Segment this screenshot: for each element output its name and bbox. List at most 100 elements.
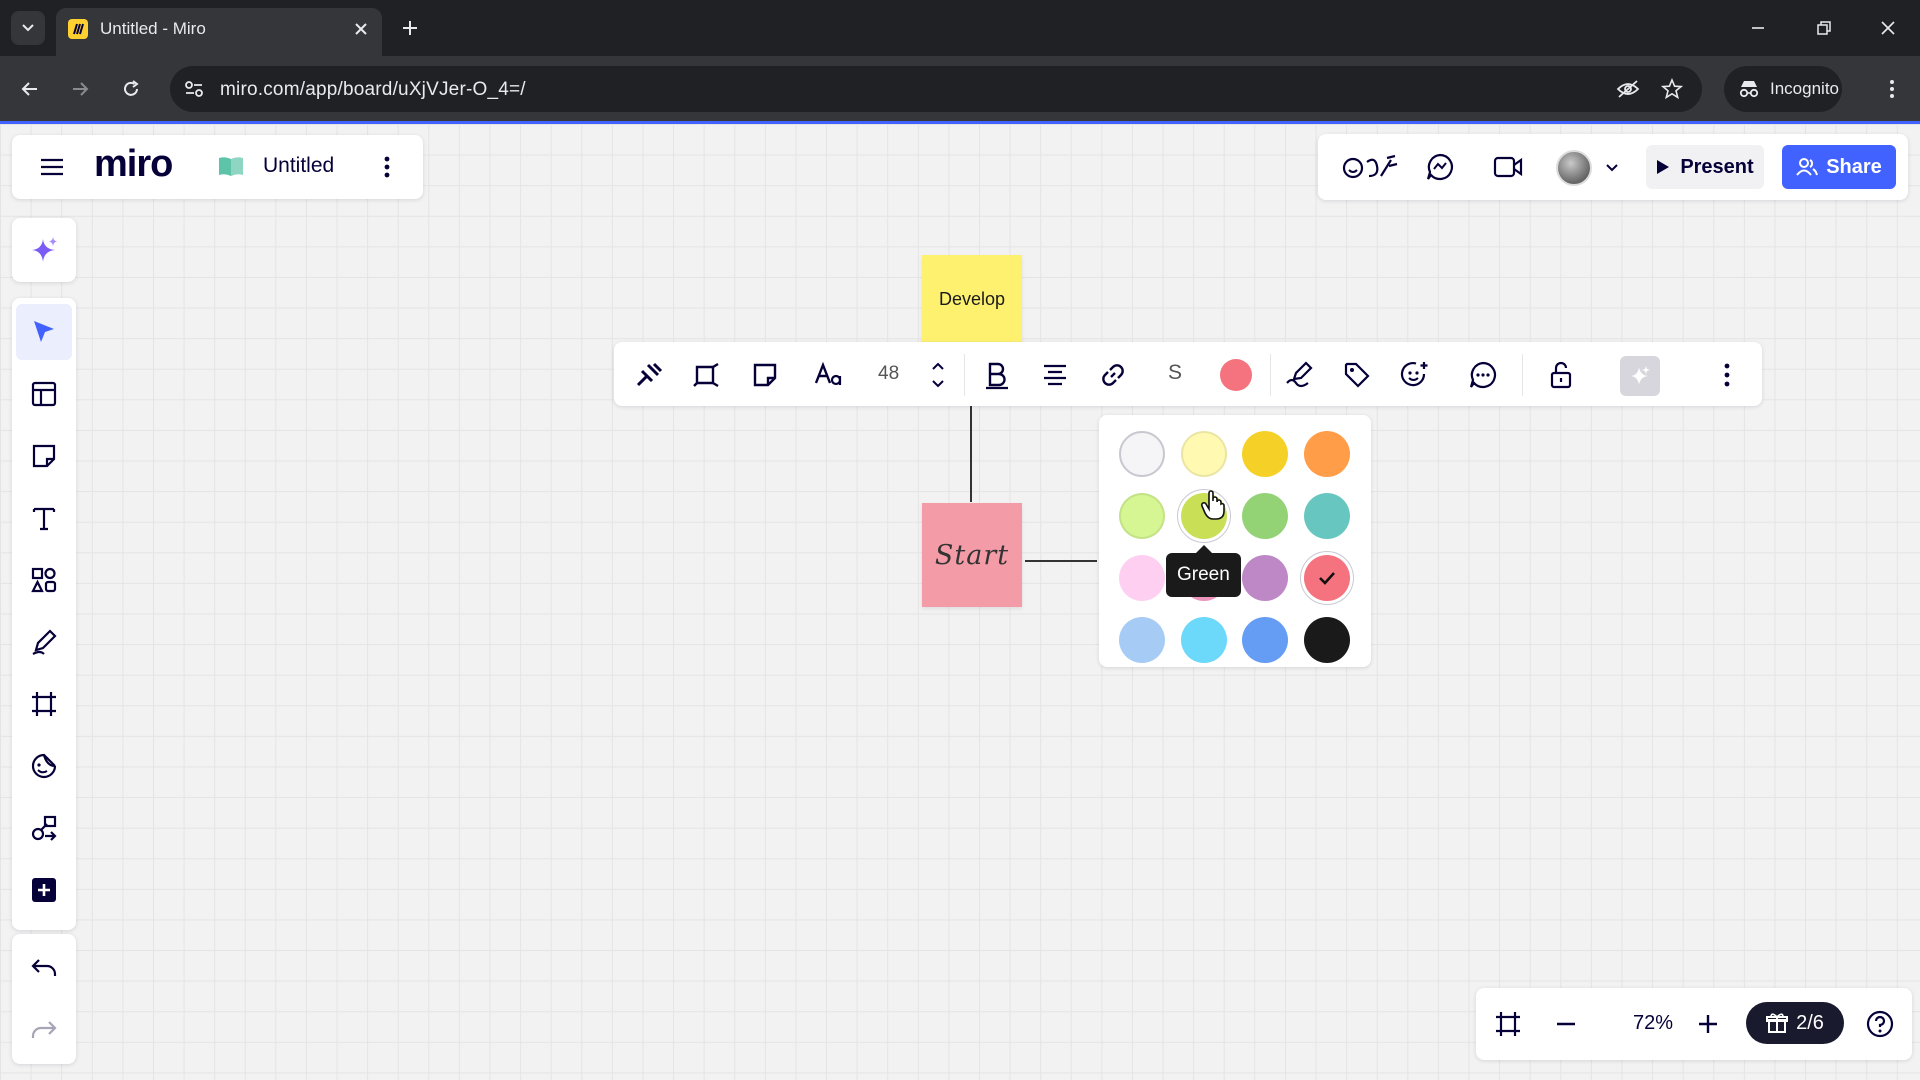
color-swatch[interactable] bbox=[1119, 493, 1165, 539]
strikethrough-button[interactable]: S bbox=[1168, 361, 1182, 385]
tooltip-arrow bbox=[1196, 545, 1212, 553]
color-swatch[interactable] bbox=[1303, 493, 1350, 539]
shapes-lines-tool[interactable] bbox=[16, 800, 72, 856]
align-center-icon bbox=[1044, 364, 1066, 386]
star-icon[interactable] bbox=[1660, 77, 1684, 101]
text-tool[interactable] bbox=[16, 490, 72, 546]
zoom-in-button[interactable] bbox=[1692, 1008, 1724, 1040]
chat-icon[interactable] bbox=[1422, 150, 1458, 184]
frame-tool[interactable] bbox=[16, 676, 72, 732]
incognito-indicator[interactable]: Incognito bbox=[1724, 66, 1842, 112]
play-icon bbox=[1657, 160, 1670, 174]
select-tool[interactable] bbox=[16, 304, 72, 360]
text-icon bbox=[32, 507, 56, 531]
ai-assist-button[interactable] bbox=[1620, 356, 1660, 396]
back-button[interactable] bbox=[14, 73, 46, 105]
bold-button[interactable] bbox=[976, 354, 1018, 396]
connector-line[interactable] bbox=[970, 406, 972, 502]
zoom-level[interactable]: 72% bbox=[1633, 1012, 1673, 1035]
color-swatch[interactable] bbox=[1242, 617, 1288, 663]
font-size-value[interactable]: 48 bbox=[878, 363, 899, 385]
chevron-up-icon[interactable] bbox=[931, 362, 945, 371]
ai-transform-button[interactable] bbox=[628, 354, 670, 396]
font-family-button[interactable] bbox=[808, 354, 850, 396]
undo-button[interactable] bbox=[16, 940, 72, 996]
hand-cursor-icon bbox=[1200, 490, 1225, 520]
board-title[interactable]: Untitled bbox=[263, 154, 334, 178]
ai-sparkle-button[interactable] bbox=[16, 222, 72, 278]
site-info-icon[interactable] bbox=[182, 77, 206, 101]
sticky-note-icon bbox=[32, 444, 56, 468]
reload-button[interactable] bbox=[115, 73, 147, 105]
more-options-button[interactable] bbox=[1706, 354, 1748, 396]
sticky-note-start[interactable]: Start bbox=[922, 503, 1022, 607]
stickers-tool[interactable] bbox=[16, 738, 72, 794]
learning-center-chip[interactable]: 2/6 bbox=[1746, 1002, 1844, 1044]
restore-button[interactable] bbox=[1806, 10, 1842, 46]
sticky-color-button[interactable] bbox=[1220, 359, 1252, 391]
tab-close-icon[interactable] bbox=[350, 18, 372, 40]
browser-tab[interactable]: Untitled - Miro bbox=[56, 8, 382, 56]
color-swatch[interactable] bbox=[1242, 493, 1288, 539]
add-apps-tool[interactable] bbox=[16, 862, 72, 918]
color-swatch[interactable] bbox=[1119, 431, 1165, 477]
link-button[interactable] bbox=[1092, 354, 1134, 396]
hamburger-icon bbox=[41, 158, 63, 176]
miro-logo[interactable]: miro bbox=[94, 143, 173, 186]
color-swatch[interactable] bbox=[1119, 555, 1165, 601]
redo-button[interactable] bbox=[16, 1002, 72, 1058]
user-avatar[interactable] bbox=[1556, 150, 1592, 186]
templates-tool[interactable] bbox=[16, 366, 72, 422]
browser-menu-button[interactable] bbox=[1876, 73, 1908, 105]
draw-connection-button[interactable] bbox=[1278, 354, 1320, 396]
sticky-note-tool[interactable] bbox=[16, 428, 72, 484]
fit-to-screen-button[interactable] bbox=[1492, 1008, 1524, 1040]
help-button[interactable] bbox=[1864, 1008, 1896, 1040]
close-window-button[interactable] bbox=[1870, 10, 1906, 46]
arrow-left-icon bbox=[21, 82, 37, 96]
font-size-stepper[interactable] bbox=[926, 354, 950, 396]
color-swatch[interactable] bbox=[1180, 431, 1227, 477]
pen-tool[interactable] bbox=[16, 614, 72, 670]
forward-button[interactable] bbox=[64, 73, 96, 105]
eye-slash-icon[interactable] bbox=[1616, 77, 1640, 101]
present-button[interactable]: Present bbox=[1646, 145, 1764, 189]
address-bar[interactable]: miro.com/app/board/uXjVJer-O_4=/ bbox=[170, 66, 1702, 112]
board-canvas[interactable]: miro Untitled Present Share Develop Star… bbox=[0, 124, 1920, 1080]
color-swatch[interactable] bbox=[1180, 617, 1227, 663]
gift-icon bbox=[1766, 1013, 1789, 1033]
minimize-button[interactable] bbox=[1740, 10, 1776, 46]
add-apps-icon bbox=[32, 878, 56, 902]
connector-line[interactable] bbox=[1025, 560, 1097, 562]
tag-button[interactable] bbox=[1336, 354, 1378, 396]
switch-type-button[interactable] bbox=[686, 354, 728, 396]
color-swatch[interactable] bbox=[1242, 555, 1288, 601]
sticky-note-develop[interactable]: Develop bbox=[922, 255, 1022, 343]
tab-list-button[interactable] bbox=[11, 11, 45, 45]
shapes-tool[interactable] bbox=[16, 552, 72, 608]
select-icon bbox=[34, 321, 54, 342]
color-swatch[interactable] bbox=[1303, 617, 1350, 663]
comment-button[interactable] bbox=[1462, 354, 1504, 396]
lock-button[interactable] bbox=[1540, 354, 1582, 396]
ai-sparkle-icon bbox=[32, 237, 57, 262]
share-button[interactable]: Share bbox=[1782, 145, 1896, 189]
board-options-button[interactable] bbox=[374, 152, 400, 182]
color-swatch[interactable] bbox=[1303, 555, 1350, 601]
sticky-shape-button[interactable] bbox=[744, 354, 786, 396]
reactions-icon[interactable] bbox=[1340, 150, 1402, 184]
templates-icon bbox=[31, 381, 57, 407]
new-tab-button[interactable] bbox=[394, 12, 426, 44]
incognito-label: Incognito bbox=[1770, 79, 1839, 98]
add-reaction-button[interactable] bbox=[1394, 354, 1436, 396]
zoom-bar: 72% 2/6 bbox=[1476, 988, 1912, 1060]
text-align-button[interactable] bbox=[1034, 354, 1076, 396]
video-call-icon[interactable] bbox=[1490, 150, 1526, 184]
chevron-down-icon[interactable] bbox=[1602, 158, 1622, 178]
color-swatch[interactable] bbox=[1303, 431, 1350, 477]
chevron-down-icon[interactable] bbox=[931, 379, 945, 388]
color-swatch[interactable] bbox=[1242, 431, 1288, 477]
color-swatch[interactable] bbox=[1119, 617, 1165, 663]
zoom-out-button[interactable] bbox=[1550, 1008, 1582, 1040]
main-menu-button[interactable] bbox=[36, 151, 68, 183]
